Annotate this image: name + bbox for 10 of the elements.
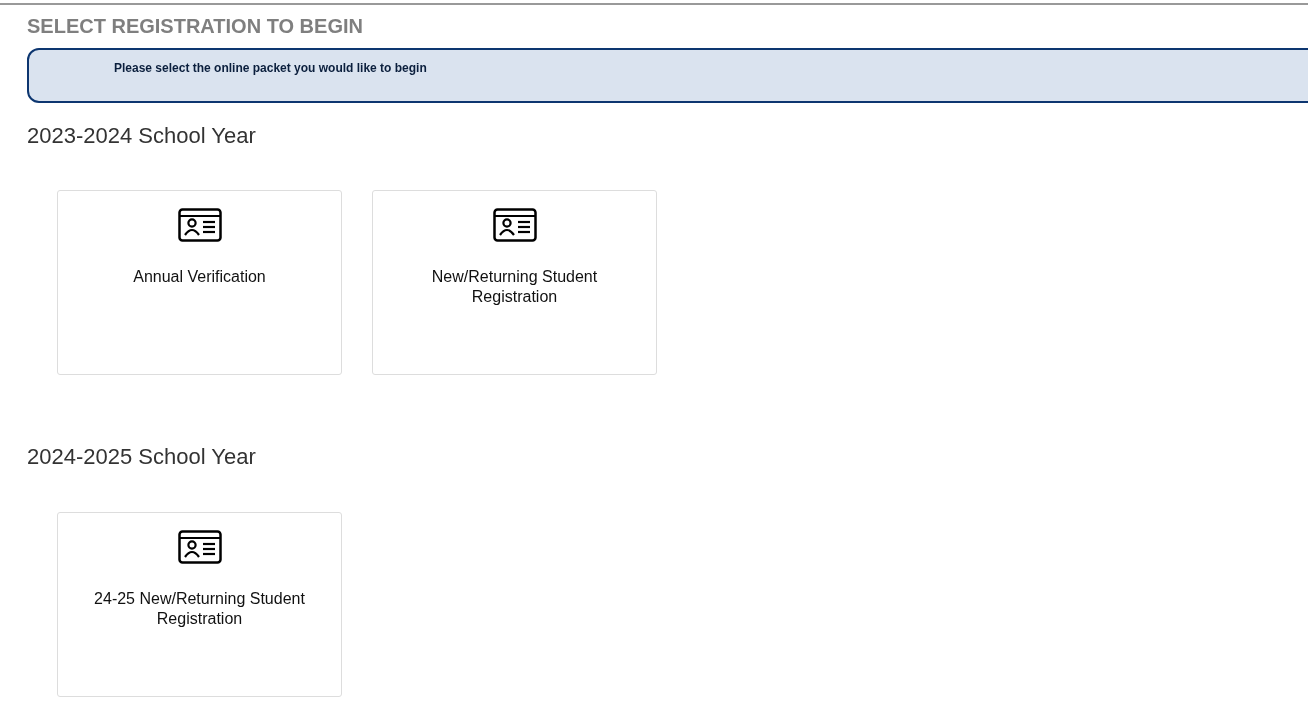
notice-text: Please select the online packet you would like to begin: [114, 61, 427, 75]
packet-card[interactable]: New/Returning Student Registration: [372, 190, 657, 375]
id-card-icon: [177, 208, 222, 242]
section-title: 2023-2024 School Year: [27, 123, 257, 149]
id-card-icon: [177, 530, 222, 564]
packet-card[interactable]: Annual Verification: [57, 190, 342, 375]
section-title: 2024-2025 School Year: [27, 444, 257, 470]
page-title: SELECT REGISTRATION TO BEGIN: [27, 14, 364, 38]
id-card-icon: [492, 208, 537, 242]
packet-card[interactable]: 24-25 New/Returning Student Registration: [57, 512, 342, 697]
